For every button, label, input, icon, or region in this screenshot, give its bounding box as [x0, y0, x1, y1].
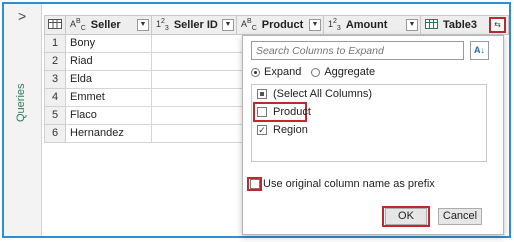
expand-columns-dropdown: A↓ Expand Aggregate (Select All Columns)…: [242, 35, 504, 235]
search-columns-input[interactable]: [251, 41, 464, 60]
column-header-product[interactable]: ABC Product ▼: [237, 15, 324, 35]
select-all-checkbox[interactable]: [257, 89, 267, 99]
product-label: Product: [273, 106, 311, 118]
prefix-checkbox[interactable]: [249, 179, 260, 189]
table-cell-seller-id[interactable]: [152, 125, 244, 143]
aggregate-radio-label[interactable]: Aggregate: [324, 66, 375, 78]
number-icon: 123: [156, 18, 169, 32]
expand-arrows-icon: ⇆: [494, 20, 501, 29]
expand-column-button[interactable]: ⇆: [489, 17, 506, 33]
chevron-down-icon[interactable]: ▼: [137, 19, 149, 31]
table-cell-seller[interactable]: Elda: [66, 71, 152, 89]
cancel-button[interactable]: Cancel: [438, 208, 482, 225]
table-cell-seller[interactable]: Emmet: [66, 89, 152, 107]
table-cell-seller-id[interactable]: [152, 89, 244, 107]
select-all-label: (Select All Columns): [273, 88, 373, 100]
columns-list: (Select All Columns) Product ✓ Region: [251, 84, 487, 162]
ok-button[interactable]: OK: [385, 208, 427, 225]
abc-icon: ABC: [70, 18, 86, 32]
table-cell-seller-id[interactable]: [152, 53, 244, 71]
aggregate-radio[interactable]: [311, 67, 321, 77]
chevron-down-icon[interactable]: ▼: [309, 19, 321, 31]
table-cell-seller-id[interactable]: [152, 71, 244, 89]
column-name-table3: Table3: [443, 19, 478, 31]
row-number[interactable]: 5: [44, 107, 66, 125]
queries-pane-label[interactable]: Queries: [15, 83, 27, 122]
expand-radio-label[interactable]: Expand: [264, 66, 301, 78]
power-query-window: > Queries ABC Seller ▼ 123 Seller ID ▼ A…: [2, 2, 511, 238]
column-name-seller: Seller: [90, 19, 121, 31]
sort-az-icon[interactable]: A↓: [470, 41, 489, 60]
list-item-region[interactable]: ✓ Region: [257, 124, 308, 136]
row-number[interactable]: 3: [44, 71, 66, 89]
row-number[interactable]: 1: [44, 35, 66, 53]
column-name-product: Product: [261, 19, 304, 31]
expand-queries-chevron-icon[interactable]: >: [18, 9, 26, 23]
chevron-down-icon[interactable]: ▼: [222, 19, 234, 31]
table-cell-seller[interactable]: Bony: [66, 35, 152, 53]
list-item-product[interactable]: Product: [257, 106, 311, 118]
table-icon: [425, 19, 438, 31]
column-header-seller[interactable]: ABC Seller ▼: [66, 15, 152, 35]
table-cell-seller[interactable]: Hernandez: [66, 125, 152, 143]
row-number[interactable]: 4: [44, 89, 66, 107]
number-icon: 123: [328, 18, 341, 32]
prefix-label[interactable]: Use original column name as prefix: [263, 178, 435, 190]
column-header-amount[interactable]: 123 Amount ▼: [324, 15, 421, 35]
table-menu-header[interactable]: [44, 15, 66, 35]
expand-radio[interactable]: [251, 67, 260, 77]
table-icon[interactable]: [48, 19, 62, 31]
table-cell-seller-id[interactable]: [152, 107, 244, 125]
table-cell-seller[interactable]: Riad: [66, 53, 152, 71]
column-name-amount: Amount: [345, 19, 388, 31]
mode-radio-group: Expand Aggregate: [251, 66, 375, 78]
product-checkbox[interactable]: [257, 107, 267, 117]
chevron-down-icon[interactable]: ▼: [406, 19, 418, 31]
table-cell-seller[interactable]: Flaco: [66, 107, 152, 125]
queries-pane: > Queries: [4, 4, 42, 236]
prefix-highlight-box: [247, 177, 262, 191]
region-label: Region: [273, 124, 308, 136]
prefix-option[interactable]: Use original column name as prefix: [247, 177, 435, 191]
column-name-seller-id: Seller ID: [173, 19, 218, 31]
table-cell-seller-id[interactable]: [152, 35, 244, 53]
abc-icon: ABC: [241, 18, 257, 32]
region-checkbox[interactable]: ✓: [257, 125, 267, 135]
list-item-select-all[interactable]: (Select All Columns): [257, 88, 372, 100]
row-number[interactable]: 2: [44, 53, 66, 71]
column-header-seller-id[interactable]: 123 Seller ID ▼: [152, 15, 237, 35]
row-number[interactable]: 6: [44, 125, 66, 143]
